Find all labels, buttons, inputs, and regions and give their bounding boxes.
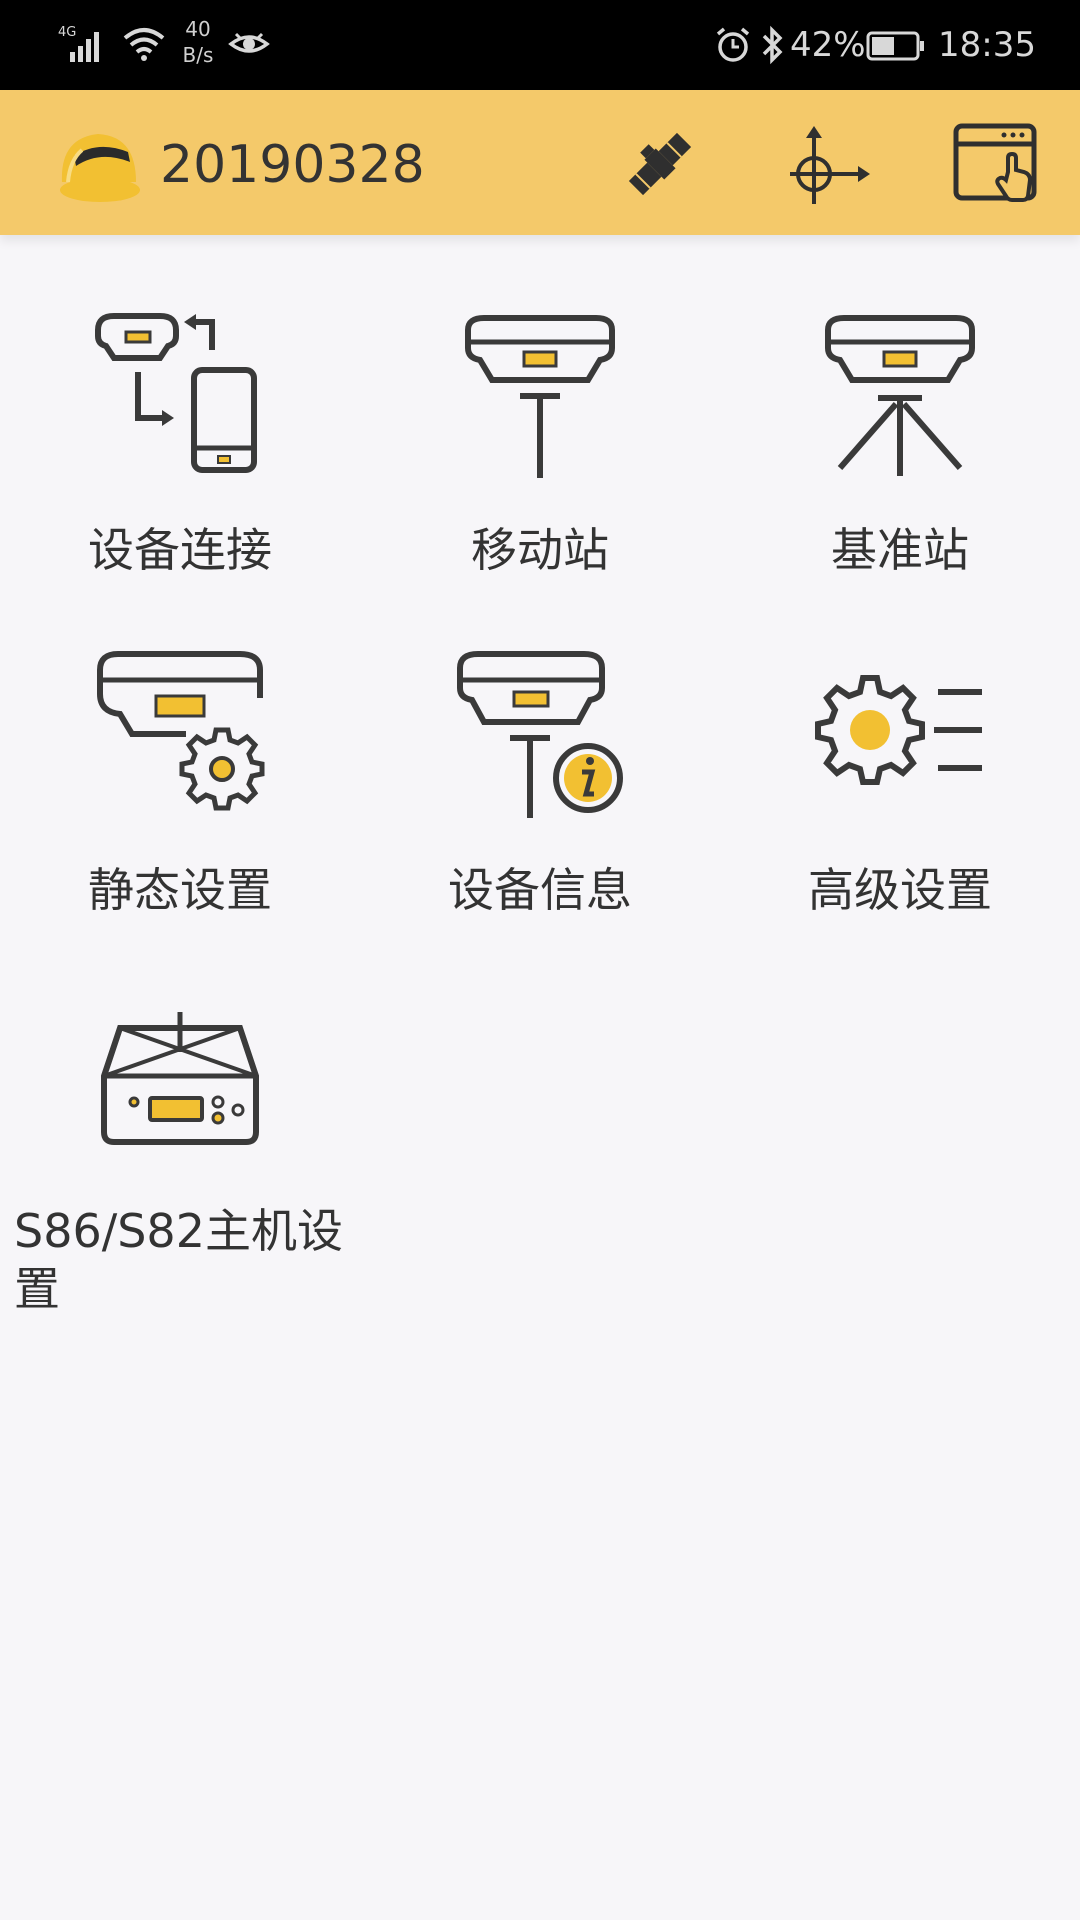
device-info-icon (450, 640, 630, 820)
coordinate-button[interactable] (780, 116, 876, 212)
battery-icon (866, 30, 926, 62)
menu-item-rover[interactable]: 移动站 (360, 300, 720, 620)
eye-icon (228, 28, 270, 60)
window-pointer-icon (953, 123, 1037, 202)
menu-item-label: 移动站 (471, 523, 609, 577)
network-speed: 40 B/s (182, 17, 214, 67)
wifi-icon (122, 26, 166, 62)
rover-icon (450, 300, 630, 480)
network-type: 4G (58, 25, 76, 40)
advanced-settings-icon (810, 640, 990, 820)
menu-item-host-settings[interactable]: S86/S82主机设置 (0, 1000, 360, 1320)
menu-item-base-station[interactable]: 基准站 (720, 300, 1080, 620)
alarm-icon (714, 26, 752, 64)
menu-item-label: 高级设置 (808, 863, 992, 917)
menu-item-advanced-settings[interactable]: 高级设置 (720, 640, 1080, 960)
satellite-icon (628, 132, 692, 196)
menu-item-device-connect[interactable]: 设备连接 (0, 300, 360, 620)
menu-item-device-info[interactable]: 设备信息 (360, 640, 720, 960)
target-icon (790, 126, 870, 204)
menu-item-label: 基准站 (831, 523, 969, 577)
app-toolbar: 20190328 (0, 90, 1080, 235)
hard-hat-logo-icon[interactable] (52, 120, 144, 208)
menu-item-label: 静态设置 (88, 863, 272, 917)
host-settings-icon (90, 1000, 270, 1180)
status-bar: 4G 40 B/s 42% 18:35 (0, 0, 1080, 90)
menu-item-label: S86/S82主机设置 (14, 1204, 343, 1316)
window-button[interactable] (946, 116, 1042, 212)
static-settings-icon (90, 640, 270, 820)
menu-item-static-settings[interactable]: 静态设置 (0, 640, 360, 960)
base-station-icon (810, 300, 990, 480)
project-name: 20190328 (160, 135, 425, 195)
battery-percent: 42% (790, 25, 866, 65)
menu-item-label: 设备信息 (448, 863, 632, 917)
device-connect-icon (90, 300, 270, 480)
bluetooth-icon (760, 24, 786, 66)
clock: 18:35 (938, 25, 1036, 65)
satellite-button[interactable] (612, 116, 708, 212)
menu-item-label: 设备连接 (88, 523, 272, 577)
signal-icon: 4G (58, 22, 116, 64)
